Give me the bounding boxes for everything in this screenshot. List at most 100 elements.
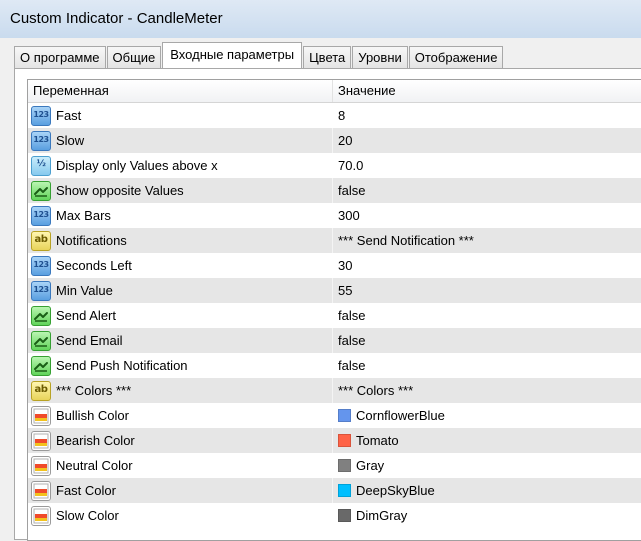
tab-2[interactable]: Входные параметры — [162, 42, 303, 68]
value-cell[interactable]: Tomato — [333, 428, 641, 453]
value-cell[interactable]: false — [333, 178, 641, 203]
parameters-grid: Переменная Значение 123 Fast 8 123 Slow 20 ½ Di… — [27, 79, 641, 541]
variable-cell: Bullish Color — [28, 403, 333, 428]
tab-4[interactable]: Уровни — [352, 46, 408, 68]
tab-5[interactable]: Отображение — [408, 46, 504, 68]
variable-cell: Send Email — [28, 328, 333, 353]
param-row-send-alert[interactable]: Send Alert false — [28, 303, 641, 328]
color-icon — [31, 480, 51, 501]
title-bar: Custom Indicator - CandleMeter — [0, 0, 641, 38]
integer-icon: 123 — [31, 130, 51, 151]
variable-name: Fast — [56, 108, 82, 123]
color-swatch — [338, 459, 351, 472]
param-row-seconds-left[interactable]: 123 Seconds Left 30 — [28, 253, 641, 278]
tab-1[interactable]: Общие — [106, 46, 162, 68]
param-row-show-opposite-values[interactable]: Show opposite Values false — [28, 178, 641, 203]
header-value[interactable]: Значение — [333, 80, 641, 102]
value-cell[interactable]: *** Colors *** — [333, 378, 641, 403]
icon-glyph: 123 — [33, 259, 49, 269]
variable-name: Seconds Left — [56, 258, 132, 273]
value-cell[interactable]: CornflowerBlue — [333, 403, 641, 428]
variable-name: Neutral Color — [56, 458, 133, 473]
value-cell[interactable]: DeepSkyBlue — [333, 478, 641, 503]
variable-cell: ½ Display only Values above x — [28, 153, 333, 178]
variable-name: Fast Color — [56, 483, 116, 498]
tab-panel-inputs: Переменная Значение 123 Fast 8 123 Slow 20 ½ Di… — [14, 68, 641, 541]
param-row-slow[interactable]: 123 Slow 20 — [28, 128, 641, 153]
param-row-max-bars[interactable]: 123 Max Bars 300 — [28, 203, 641, 228]
variable-cell: 123 Slow — [28, 128, 333, 153]
header-variable[interactable]: Переменная — [28, 80, 333, 102]
value-cell[interactable]: 30 — [333, 253, 641, 278]
icon-glyph: 123 — [33, 134, 49, 144]
param-row-colors[interactable]: ab *** Colors *** *** Colors *** — [28, 378, 641, 403]
param-row-slow-color[interactable]: Slow Color DimGray — [28, 503, 641, 528]
variable-cell: Show opposite Values — [28, 178, 333, 203]
variable-name: Max Bars — [56, 208, 111, 223]
integer-icon: 123 — [31, 255, 51, 276]
variable-name: Send Email — [56, 333, 123, 348]
value-text: 20 — [338, 133, 353, 148]
variable-name: Bearish Color — [56, 433, 135, 448]
value-cell[interactable]: DimGray — [333, 503, 641, 528]
value-cell[interactable]: 8 — [333, 103, 641, 128]
string-icon: ab — [31, 380, 51, 401]
param-row-notifications[interactable]: ab Notifications *** Send Notification *** — [28, 228, 641, 253]
value-cell[interactable]: *** Send Notification *** — [333, 228, 641, 253]
value-cell[interactable]: false — [333, 303, 641, 328]
color-icon — [31, 505, 51, 526]
value-text: 30 — [338, 258, 353, 273]
param-row-fast-color[interactable]: Fast Color DeepSkyBlue — [28, 478, 641, 503]
bool-icon — [31, 330, 51, 351]
value-text: false — [338, 358, 366, 373]
integer-icon: 123 — [31, 280, 51, 301]
icon-glyph: 123 — [33, 284, 49, 294]
color-swatch — [338, 509, 351, 522]
variable-name: *** Colors *** — [56, 383, 132, 398]
icon-glyph: 123 — [33, 209, 49, 219]
param-row-bullish-color[interactable]: Bullish Color CornflowerBlue — [28, 403, 641, 428]
variable-name: Bullish Color — [56, 408, 129, 423]
value-text: 8 — [338, 108, 346, 123]
param-row-send-push-notification[interactable]: Send Push Notification false — [28, 353, 641, 378]
value-text: CornflowerBlue — [356, 408, 445, 423]
string-icon: ab — [31, 230, 51, 251]
variable-cell: ab Notifications — [28, 228, 333, 253]
param-row-send-email[interactable]: Send Email false — [28, 328, 641, 353]
value-text: false — [338, 333, 366, 348]
param-row-neutral-color[interactable]: Neutral Color Gray — [28, 453, 641, 478]
value-text: false — [338, 308, 366, 323]
param-row-fast[interactable]: 123 Fast 8 — [28, 103, 641, 128]
value-cell[interactable]: false — [333, 328, 641, 353]
grid-header: Переменная Значение — [28, 80, 641, 103]
variable-cell: 123 Max Bars — [28, 203, 333, 228]
tab-0[interactable]: О программе — [14, 46, 106, 68]
icon-glyph: ab — [34, 233, 48, 245]
value-text: *** Send Notification *** — [338, 233, 474, 248]
value-cell[interactable]: 70.0 — [333, 153, 641, 178]
bool-icon — [31, 305, 51, 326]
integer-icon: 123 — [31, 205, 51, 226]
variable-cell: ab *** Colors *** — [28, 378, 333, 403]
variable-name: Slow — [56, 133, 85, 148]
color-icon — [31, 430, 51, 451]
variable-cell: 123 Min Value — [28, 278, 333, 303]
value-text: 70.0 — [338, 158, 364, 173]
variable-cell: Slow Color — [28, 503, 333, 528]
window-title: Custom Indicator - CandleMeter — [10, 10, 223, 27]
value-text: false — [338, 183, 366, 198]
variable-name: Send Alert — [56, 308, 116, 323]
variable-cell: Send Push Notification — [28, 353, 333, 378]
param-row-min-value[interactable]: 123 Min Value 55 — [28, 278, 641, 303]
value-cell[interactable]: false — [333, 353, 641, 378]
value-cell[interactable]: Gray — [333, 453, 641, 478]
tab-3[interactable]: Цвета — [303, 46, 352, 68]
variable-cell: 123 Fast — [28, 103, 333, 128]
param-row-display-only-values-above-x[interactable]: ½ Display only Values above x 70.0 — [28, 153, 641, 178]
variable-name: Min Value — [56, 283, 113, 298]
param-row-bearish-color[interactable]: Bearish Color Tomato — [28, 428, 641, 453]
value-cell[interactable]: 300 — [333, 203, 641, 228]
value-cell[interactable]: 55 — [333, 278, 641, 303]
integer-icon: 123 — [31, 105, 51, 126]
value-cell[interactable]: 20 — [333, 128, 641, 153]
